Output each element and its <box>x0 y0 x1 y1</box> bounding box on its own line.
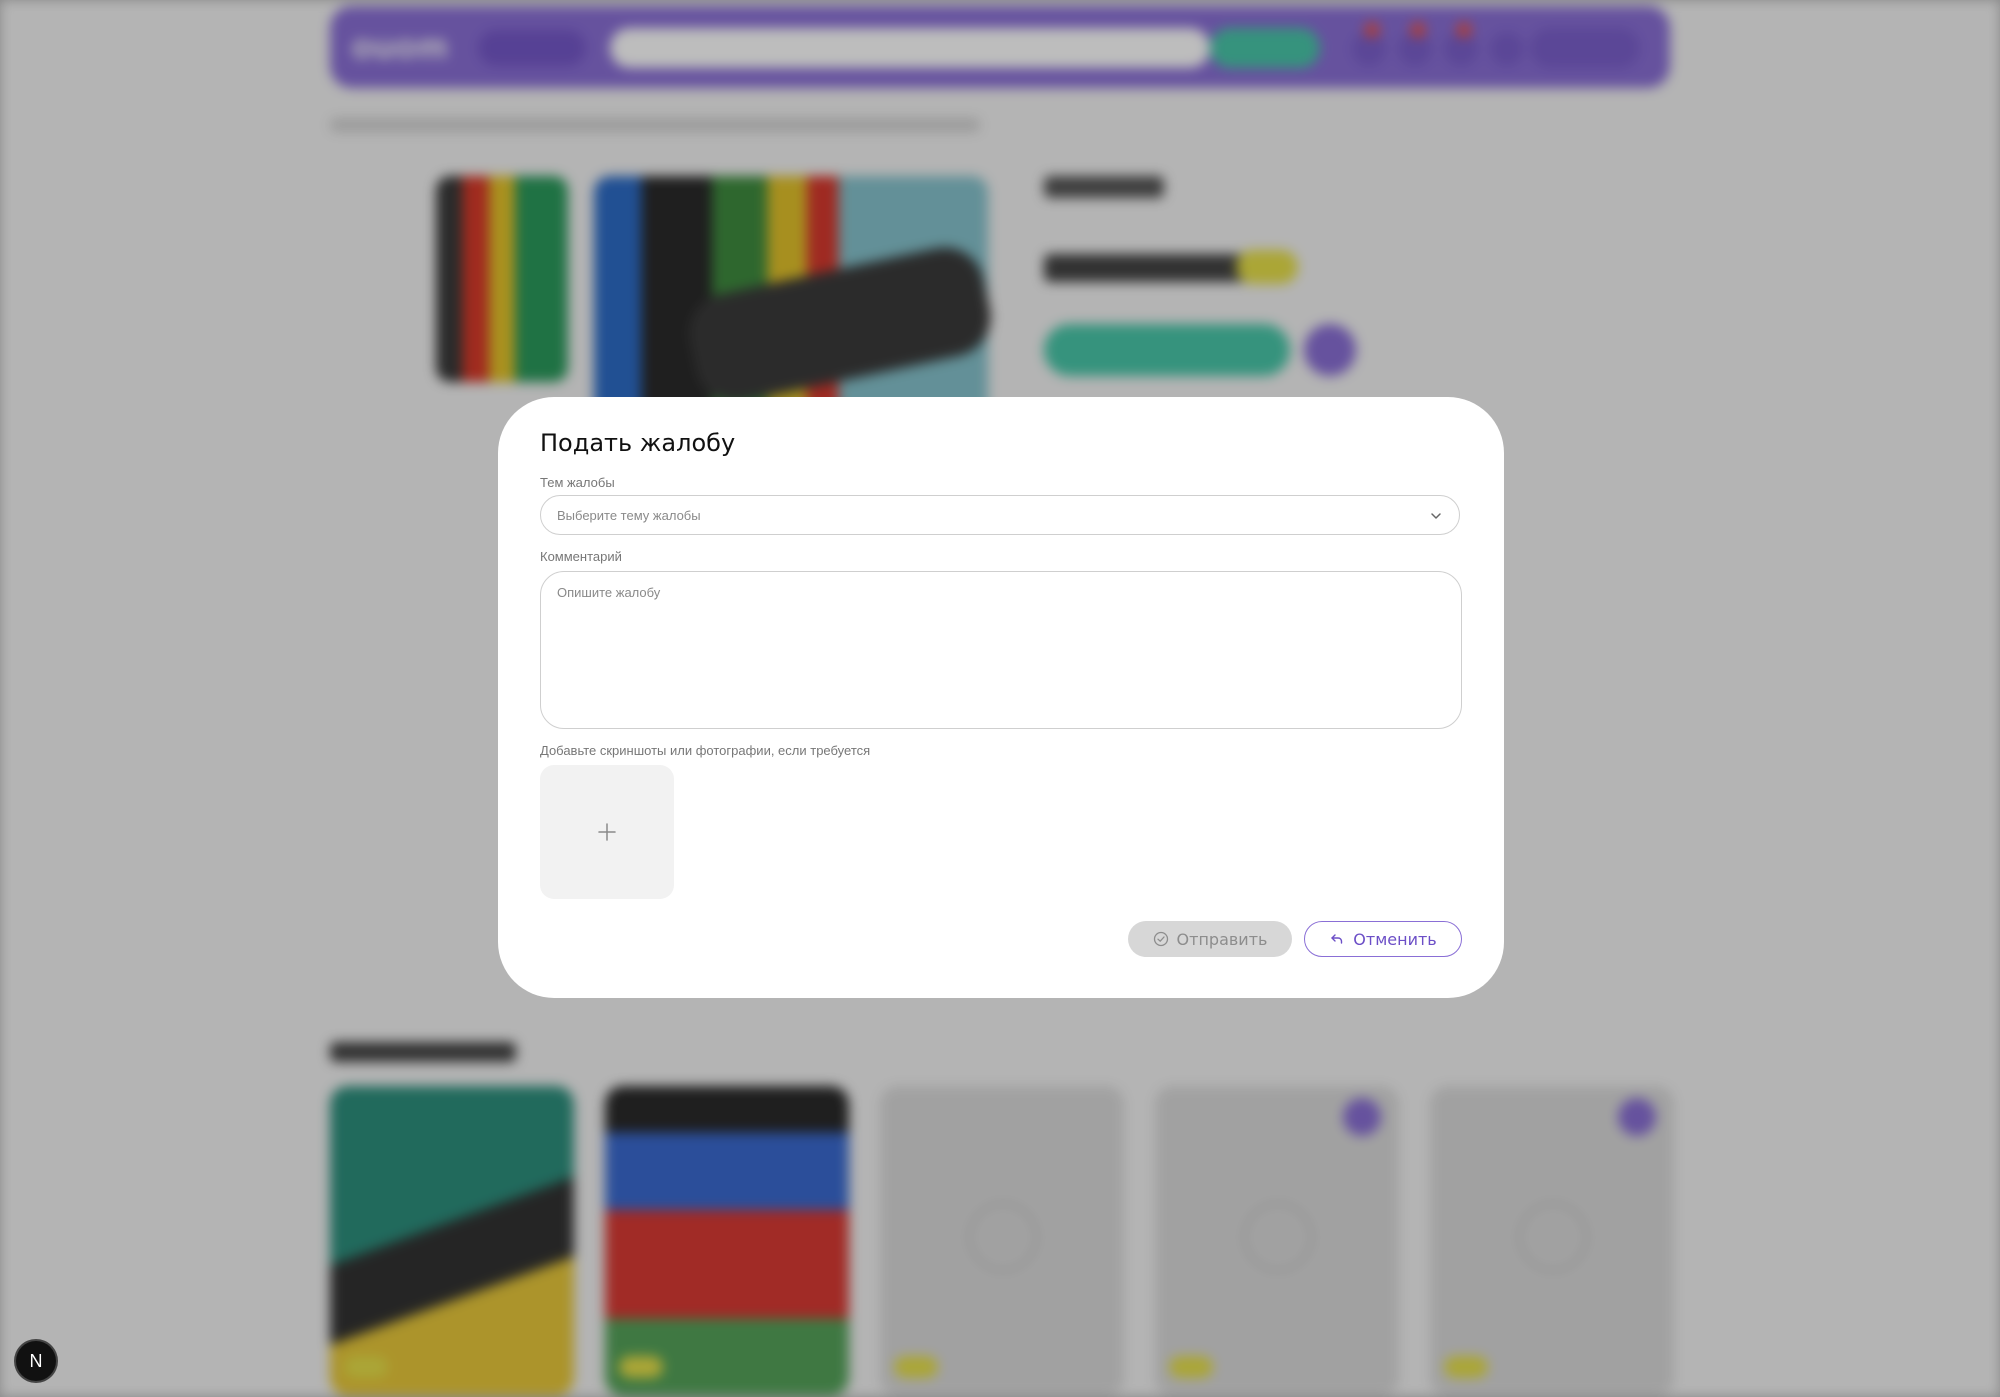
upload-photo-button[interactable] <box>540 765 674 899</box>
topic-select-placeholder: Выберите тему жалобы <box>557 508 701 523</box>
check-circle-icon <box>1153 931 1168 947</box>
topic-select[interactable]: Выберите тему жалобы <box>540 495 1460 535</box>
comment-textarea[interactable]: Опишите жалобу <box>540 571 1462 729</box>
framework-badge[interactable]: N <box>16 1341 56 1381</box>
chevron-down-icon <box>1429 509 1443 523</box>
complaint-dialog: Подать жалобу Тем жалобы Выберите тему ж… <box>498 397 1504 998</box>
submit-button[interactable]: Отправить <box>1128 921 1292 957</box>
submit-button-label: Отправить <box>1176 929 1268 949</box>
upload-label: Добавьте скриншоты или фотографии, если … <box>540 743 871 758</box>
plus-icon <box>598 823 616 841</box>
undo-arrow-icon <box>1331 934 1343 944</box>
cancel-button-label: Отменить <box>1353 929 1437 949</box>
dialog-title: Подать жалобу <box>540 429 736 457</box>
comment-placeholder: Опишите жалобу <box>557 585 661 600</box>
comment-label: Комментарий <box>540 549 622 564</box>
topic-label: Тем жалобы <box>540 475 615 490</box>
cancel-button[interactable]: Отменить <box>1304 921 1462 957</box>
